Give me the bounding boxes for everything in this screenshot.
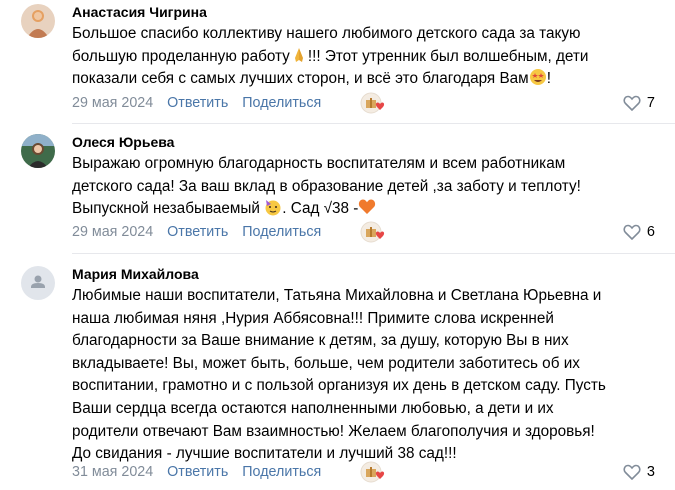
comment-line: Выражаю огромную благодарность воспитате… [72, 155, 566, 172]
like-button[interactable]: 6 [623, 224, 655, 240]
gift-heart-icon [360, 92, 385, 114]
comment-author[interactable]: Мария Михайлова [72, 266, 199, 282]
comment-2: Олеся Юрьева Выражаю огромную благодарно… [0, 130, 675, 254]
comment-line-segment: показали себя с самых лучших сторон, и в… [72, 70, 529, 88]
comment-author[interactable]: Анастасия Чигрина [72, 4, 207, 20]
comment-text: Выражаю огромную благодарность воспитате… [72, 153, 662, 221]
reply-button[interactable]: Ответить [167, 95, 228, 111]
comment-date[interactable]: 29 мая 2024 [72, 95, 153, 111]
comment-line-segment: большую проделанную работу [72, 47, 290, 65]
comment-line: Большое спасибо коллективу нашего любимо… [72, 25, 581, 42]
reaction-badge[interactable] [360, 461, 388, 485]
comment-line-segment: Выпускной незабываемый [72, 200, 260, 218]
like-button[interactable]: 3 [623, 464, 655, 480]
comment-line: показали себя с самых лучших сторон, и в… [72, 68, 662, 91]
comment-date[interactable]: 31 мая 2024 [72, 464, 153, 480]
avatar-photo-icon [21, 134, 55, 168]
comment-meta: 29 мая 2024 Ответить Поделиться [72, 224, 321, 240]
reply-button[interactable]: Ответить [167, 224, 228, 240]
comment-author[interactable]: Олеся Юрьева [72, 134, 174, 150]
comment-text: Большое спасибо коллективу нашего любимо… [72, 23, 662, 91]
comment-line: детского сада! За ваш вклад в образовани… [72, 177, 581, 195]
heart-outline-icon [623, 224, 641, 240]
comment-line: Любимые наши воспитатели, Татьяна Михайл… [72, 287, 602, 304]
comment-line-segment: !!! Этот утренник был волшебным, дети [307, 47, 589, 65]
reaction-badge[interactable] [360, 221, 388, 245]
comment-line: Ваши сердца всегда остаются наполненными… [72, 399, 554, 417]
comment-line: вкладываете! Вы, может быть, больше, чем… [72, 354, 580, 372]
avatar[interactable] [21, 266, 55, 300]
gift-heart-icon [360, 461, 385, 483]
default-avatar-icon [21, 266, 55, 300]
share-button[interactable]: Поделиться [242, 224, 321, 240]
comment-line: наша любимая няня ,Нурия Аббясовна!!! Пр… [72, 309, 554, 327]
comment-3: Мария Михайлова Любимые наши воспитатели… [0, 262, 675, 489]
avatar-photo-icon [21, 4, 55, 38]
partying-face-icon [265, 200, 281, 216]
comment-divider [72, 253, 675, 254]
like-count: 6 [646, 224, 655, 240]
like-count: 3 [646, 464, 655, 480]
comment-line: Выпускной незабываемый . Сад √38 - [72, 198, 662, 221]
comment-1: Анастасия Чигрина Большое спасибо коллек… [0, 0, 675, 124]
like-count: 7 [646, 95, 655, 111]
share-button[interactable]: Поделиться [242, 95, 321, 111]
comment-line-segment: . Сад √38 - [282, 200, 359, 218]
share-button[interactable]: Поделиться [242, 464, 321, 480]
praying-hands-icon [294, 47, 303, 62]
avatar[interactable] [21, 4, 55, 38]
reply-button[interactable]: Ответить [167, 464, 228, 480]
gift-heart-icon [360, 221, 385, 243]
comment-line: воспитании, грамотно и с пользой организ… [72, 377, 606, 395]
comment-divider [72, 123, 675, 124]
heart-outline-icon [623, 464, 641, 480]
star-struck-icon [529, 69, 546, 86]
comment-text: Любимые наши воспитатели, Татьяна Михайл… [72, 285, 662, 466]
comment-line: благодарности за Ваше внимание к детям, … [72, 332, 569, 350]
heart-outline-icon [623, 95, 641, 111]
reaction-badge[interactable] [360, 92, 388, 116]
comment-line: родители отвечают Вам взаимностью! Желае… [72, 422, 595, 440]
comment-line-segment: ! [546, 70, 551, 88]
comment-meta: 31 мая 2024 Ответить Поделиться [72, 464, 321, 480]
avatar[interactable] [21, 134, 55, 168]
orange-heart-icon [359, 199, 376, 215]
comment-date[interactable]: 29 мая 2024 [72, 224, 153, 240]
comment-meta: 29 мая 2024 Ответить Поделиться [72, 95, 321, 111]
comment-line: большую проделанную работу !!! Этот утрен… [72, 46, 662, 69]
like-button[interactable]: 7 [623, 95, 655, 111]
